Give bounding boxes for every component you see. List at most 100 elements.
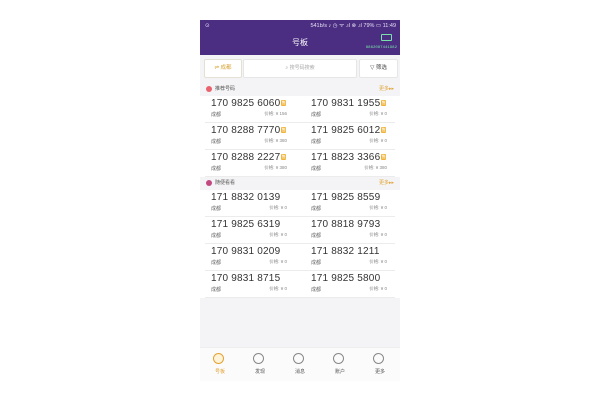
more-icon: [373, 353, 384, 364]
number-cell[interactable]: 171 9825 6012售成都 价格: ¥ 0: [300, 123, 400, 150]
number-cell[interactable]: 171 9825 6319 成都 价格: ¥ 0: [200, 217, 300, 244]
number-cell[interactable]: 170 9831 0209 成都 价格: ¥ 0: [200, 244, 300, 271]
number-cell[interactable]: 171 8823 3366售成都 价格: ¥ 380: [300, 150, 400, 177]
city-label: 成都: [211, 139, 222, 145]
phone-screen: ⊙ 541b/s ♪ ◷ ᯤ .ıl ⊗ .ıl 79% ▭ 11:49 号板 …: [200, 20, 400, 381]
city-label: 成都: [211, 287, 222, 293]
price-label: 价格: ¥ 0: [369, 205, 387, 210]
section-header-recommended: 推荐号码 更多▸▸: [200, 84, 400, 95]
number-cell[interactable]: 170 9825 6060售成都 价格: ¥ 156: [200, 96, 300, 123]
price-label: 价格: ¥ 0: [369, 138, 387, 143]
city-label: 成都: [211, 112, 222, 118]
tab-more[interactable]: 更多: [360, 350, 400, 380]
status-bar: ⊙ 541b/s ♪ ◷ ᯤ .ıl ⊗ .ıl 79% ▭ 11:49: [200, 20, 400, 32]
app-header: 号板 8862087441982: [200, 32, 400, 55]
phone-number: 171 8832 0139: [211, 192, 281, 203]
tab-label: 号板: [214, 369, 225, 375]
phone-number: 171 9825 5800: [311, 273, 381, 284]
price-label: 价格: ¥ 0: [369, 259, 387, 264]
recommend-icon: [206, 86, 212, 92]
city-label: 成都: [311, 260, 322, 266]
tab-label: 账户: [334, 369, 345, 375]
phone-number: 171 9825 6012售: [311, 125, 387, 136]
phone-number: 171 8823 3366售: [311, 152, 387, 163]
number-grid-browse: 171 8832 0139 成都 价格: ¥ 0 171 9825 8559 成都 价格:…: [200, 190, 400, 298]
tab-label: 发现: [254, 369, 265, 375]
phone-number: 170 9831 0209: [211, 246, 281, 257]
browse-icon: [206, 180, 212, 186]
phone-number: 171 9825 6319: [211, 219, 281, 230]
phone-number: 170 9831 1955售: [311, 98, 387, 109]
filter-bar: ⇌ 成都 ⌕ 搜号码搜索 ▽ 筛选: [200, 56, 400, 80]
price-label: 价格: ¥ 0: [269, 205, 287, 210]
search-input[interactable]: ⌕ 搜号码搜索: [243, 59, 357, 78]
sale-tag: 售: [281, 154, 287, 160]
section-header-browse: 随便看看 更多▸▸: [200, 178, 400, 189]
price-label: 价格: ¥ 0: [269, 286, 287, 291]
sale-tag: 售: [381, 127, 387, 133]
price-label: 价格: ¥ 0: [369, 111, 387, 116]
phone-number: 170 8818 9793: [311, 219, 381, 230]
number-cell[interactable]: 170 9831 8715 成都 价格: ¥ 0: [200, 271, 300, 298]
tab-account[interactable]: 账户: [320, 350, 360, 380]
status-left: ⊙: [205, 23, 210, 29]
row-divider: [205, 176, 395, 177]
tab-board[interactable]: 号板: [200, 350, 240, 380]
city-select-button[interactable]: ⇌ 成都: [204, 59, 242, 78]
phone-number: 170 9831 8715: [211, 273, 281, 284]
city-label: 成都: [311, 112, 322, 118]
tab-label: 消息: [294, 369, 305, 375]
more-link[interactable]: 更多▸▸: [379, 178, 394, 189]
city-label: 成都: [211, 166, 222, 172]
number-cell[interactable]: 170 8288 7770售成都 价格: ¥ 380: [200, 123, 300, 150]
price-label: 价格: ¥ 0: [369, 232, 387, 237]
tab-label: 更多: [374, 369, 385, 375]
price-label: 价格: ¥ 0: [269, 232, 287, 237]
city-label: 成都: [311, 233, 322, 239]
city-label: 成都: [311, 287, 322, 293]
tab-message[interactable]: 消息: [280, 350, 320, 380]
number-cell[interactable]: 171 9825 8559 成都 价格: ¥ 0: [300, 190, 400, 217]
price-label: 价格: ¥ 380: [264, 165, 287, 170]
price-label: 价格: ¥ 156: [264, 111, 287, 116]
account-icon: [333, 353, 344, 364]
bottom-tab-bar: 号板 发现 消息 账户 更多: [200, 347, 400, 381]
sale-tag: 售: [281, 100, 287, 106]
number-cell[interactable]: 170 8288 2227售成都 价格: ¥ 380: [200, 150, 300, 177]
phone-number: 170 8288 7770售: [211, 125, 287, 136]
tab-compass[interactable]: 发现: [240, 350, 280, 380]
number-grid-recommended: 170 9825 6060售成都 价格: ¥ 156 170 9831 1955售成…: [200, 96, 400, 177]
section-title: 推荐号码: [215, 86, 236, 92]
message-icon: [293, 353, 304, 364]
number-cell[interactable]: 170 8818 9793 成都 价格: ¥ 0: [300, 217, 400, 244]
city-label: 成都: [311, 166, 322, 172]
price-label: 价格: ¥ 380: [264, 138, 287, 143]
sale-tag: 售: [281, 127, 287, 133]
number-cell[interactable]: 171 8832 0139 成都 价格: ¥ 0: [200, 190, 300, 217]
sale-tag: 售: [381, 100, 387, 106]
compass-icon: [253, 353, 264, 364]
phone-number: 171 9825 8559: [311, 192, 381, 203]
more-link[interactable]: 更多▸▸: [379, 84, 394, 95]
price-label: 价格: ¥ 380: [364, 165, 387, 170]
section-title: 随便看看: [215, 180, 236, 186]
number-cell[interactable]: 171 9825 5800 成都 价格: ¥ 0: [300, 271, 400, 298]
row-divider: [205, 297, 395, 298]
board-icon: [213, 353, 224, 364]
city-label: 成都: [211, 260, 222, 266]
city-label: 成都: [211, 206, 222, 212]
price-label: 价格: ¥ 0: [369, 286, 387, 291]
filter-button[interactable]: ▽ 筛选: [359, 59, 398, 78]
scan-icon[interactable]: [381, 34, 392, 41]
phone-number: 171 8832 1211: [311, 246, 380, 257]
number-cell[interactable]: 171 8832 1211 成都 价格: ¥ 0: [300, 244, 400, 271]
phone-number: 170 9825 6060售: [211, 98, 287, 109]
city-label: 成都: [311, 139, 322, 145]
sale-tag: 售: [381, 154, 387, 160]
status-right: 541b/s ♪ ◷ ᯤ .ıl ⊗ .ıl 79% ▭ 11:49: [310, 23, 396, 29]
city-label: 成都: [311, 206, 322, 212]
phone-number: 170 8288 2227售: [211, 152, 287, 163]
number-cell[interactable]: 170 9831 1955售成都 价格: ¥ 0: [300, 96, 400, 123]
phone-id-label: 8862087441982: [365, 46, 397, 50]
price-label: 价格: ¥ 0: [269, 259, 287, 264]
